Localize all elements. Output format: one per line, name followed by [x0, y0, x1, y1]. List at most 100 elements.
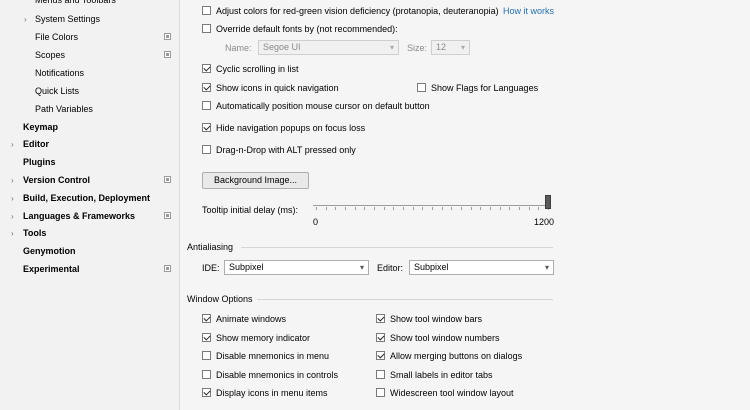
slider-tick	[335, 207, 336, 210]
sidebar-item-label: Menus and Toolbars	[35, 0, 116, 5]
checkbox-box[interactable]	[202, 123, 211, 132]
sidebar-item-quick-lists[interactable]: Quick Lists	[0, 83, 179, 100]
slider-tick	[471, 207, 472, 210]
chevron-down-icon: ▾	[359, 263, 364, 272]
sidebar-item-notifications[interactable]: Notifications	[0, 65, 179, 82]
checkbox-box[interactable]	[202, 6, 211, 15]
slider-tick	[442, 207, 443, 210]
how-it-works-link[interactable]: How it works	[503, 4, 554, 18]
checkbox-label: Show tool window numbers	[390, 333, 500, 343]
checkbox-box[interactable]	[202, 101, 211, 110]
editor-antialiasing-select[interactable]: Subpixel ▾	[409, 260, 554, 275]
sidebar-item-label: Genymotion	[23, 246, 76, 256]
slider-tick	[345, 207, 346, 210]
slider-tick	[490, 207, 491, 210]
sidebar-item-label: Plugins	[23, 157, 56, 167]
sidebar-item-editor[interactable]: › Editor	[0, 136, 179, 153]
checkbox-label: Allow merging buttons on dialogs	[390, 351, 523, 361]
checkbox-box[interactable]	[202, 83, 211, 92]
slider-track	[313, 205, 551, 206]
sidebar-item-scopes[interactable]: Scopes	[0, 47, 179, 64]
sidebar-item-genymotion[interactable]: Genymotion	[0, 243, 179, 260]
ide-antialiasing-value: Subpixel	[229, 262, 264, 272]
slider-tick	[509, 207, 510, 210]
checkbox-label: Show Flags for Languages	[431, 83, 539, 93]
font-name-value: Segoe UI	[263, 42, 301, 52]
sidebar-item-file-colors[interactable]: File Colors	[0, 29, 179, 46]
chevron-right-icon[interactable]: ›	[11, 136, 14, 153]
sidebar-item-version-control[interactable]: › Version Control	[0, 172, 179, 189]
checkbox-box[interactable]	[202, 333, 211, 342]
checkbox-box[interactable]	[376, 314, 385, 323]
checkbox-box[interactable]	[376, 370, 385, 379]
settings-sidebar: Menus and Toolbars › System Settings Fil…	[0, 0, 180, 410]
slider-tick	[461, 207, 462, 210]
checkbox-label: Adjust colors for red-green vision defic…	[216, 6, 499, 16]
slider-thumb[interactable]	[545, 195, 551, 209]
checkbox-box[interactable]	[202, 370, 211, 379]
chevron-right-icon[interactable]: ›	[11, 190, 14, 207]
checkbox-label: Show tool window bars	[390, 314, 483, 324]
checkbox-label: Drag-n-Drop with ALT pressed only	[216, 145, 356, 155]
font-size-select[interactable]: 12 ▾	[431, 40, 470, 55]
slider-tick	[374, 207, 375, 210]
slider-tick	[403, 207, 404, 210]
checkbox-box[interactable]	[202, 64, 211, 73]
font-name-select[interactable]: Segoe UI ▾	[258, 40, 399, 55]
checkbox-label: Show icons in quick navigation	[216, 83, 339, 93]
background-image-button[interactable]: Background Image...	[202, 172, 309, 189]
checkbox-label: Display icons in menu items	[216, 388, 328, 398]
sidebar-item-menus-and-toolbars[interactable]: Menus and Toolbars	[0, 0, 179, 9]
sidebar-item-tools[interactable]: › Tools	[0, 225, 179, 242]
ide-antialiasing-label: IDE:	[202, 263, 220, 273]
checkbox-box[interactable]	[202, 145, 211, 154]
sidebar-item-system-settings[interactable]: › System Settings	[0, 11, 179, 28]
window-options-title: Window Options	[187, 294, 253, 304]
sidebar-item-keymap[interactable]: Keymap	[0, 119, 179, 136]
checkbox-label: Override default fonts by (not recommend…	[216, 24, 398, 34]
sidebar-item-experimental[interactable]: Experimental	[0, 261, 179, 278]
checkbox-label: Cyclic scrolling in list	[216, 64, 299, 74]
slider-tick	[451, 207, 452, 210]
sidebar-item-path-variables[interactable]: Path Variables	[0, 101, 179, 118]
chevron-right-icon[interactable]: ›	[11, 208, 14, 225]
slider-tick	[326, 207, 327, 210]
checkbox-box[interactable]	[376, 388, 385, 397]
tooltip-delay-slider[interactable]	[313, 195, 551, 215]
checkbox-box[interactable]	[376, 351, 385, 360]
sidebar-item-label: Editor	[23, 139, 49, 149]
ide-antialiasing-select[interactable]: Subpixel ▾	[224, 260, 369, 275]
sidebar-item-label: Tools	[23, 228, 47, 238]
checkbox-box[interactable]	[417, 83, 426, 92]
project-settings-icon	[164, 265, 171, 272]
chevron-right-icon[interactable]: ›	[11, 225, 14, 242]
tooltip-max-label: 1200	[534, 217, 555, 227]
sidebar-item-label: Notifications	[35, 68, 85, 78]
checkbox-label: Show memory indicator	[216, 333, 311, 343]
slider-tick	[316, 207, 317, 210]
chevron-right-icon[interactable]: ›	[11, 172, 14, 189]
sidebar-item-label: Keymap	[23, 122, 59, 132]
font-size-value: 12	[436, 42, 447, 52]
section-divider	[241, 247, 553, 248]
sidebar-item-label: File Colors	[35, 32, 79, 42]
sidebar-item-languages-frameworks[interactable]: › Languages & Frameworks	[0, 208, 179, 225]
sidebar-item-build-execution-deployment[interactable]: › Build, Execution, Deployment	[0, 190, 179, 207]
sidebar-item-label: Path Variables	[35, 104, 93, 114]
checkbox-box[interactable]	[202, 388, 211, 397]
slider-tick	[529, 207, 530, 210]
project-settings-icon	[164, 51, 171, 58]
slider-tick	[500, 207, 501, 210]
sidebar-item-plugins[interactable]: Plugins	[0, 154, 179, 171]
checkbox-box[interactable]	[376, 333, 385, 342]
checkbox-box[interactable]	[202, 314, 211, 323]
sidebar-item-label: Quick Lists	[35, 86, 80, 96]
slider-tick	[432, 207, 433, 210]
checkbox-label: Disable mnemonics in menu	[216, 351, 330, 361]
checkbox-box[interactable]	[202, 351, 211, 360]
sidebar-item-label: Experimental	[23, 264, 80, 274]
checkbox-label: Widescreen tool window layout	[390, 388, 514, 398]
checkbox-box[interactable]	[202, 24, 211, 33]
chevron-right-icon[interactable]: ›	[24, 11, 27, 28]
slider-tick	[480, 207, 481, 210]
